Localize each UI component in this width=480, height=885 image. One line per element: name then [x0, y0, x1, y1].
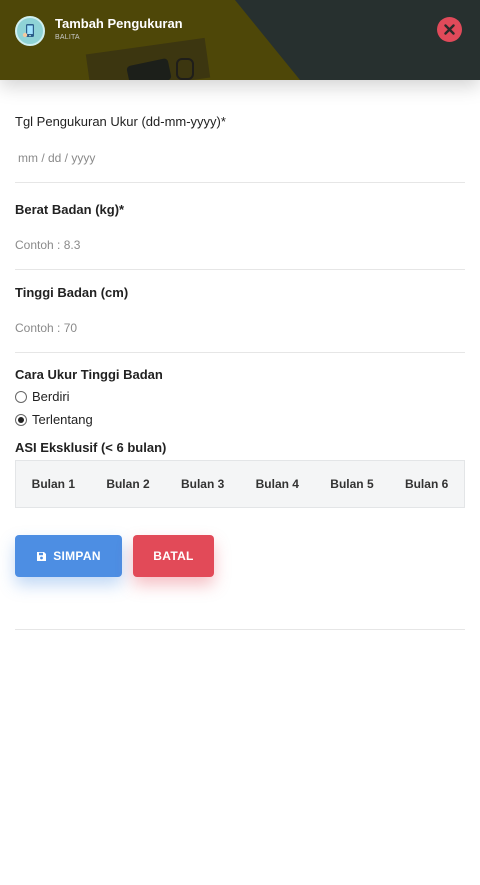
asi-month-selector: Bulan 1 Bulan 2 Bulan 3 Bulan 4 Bulan 5 …: [15, 460, 465, 508]
month-option[interactable]: Bulan 1: [30, 473, 77, 495]
radio-label-terlentang: Terlentang: [32, 412, 93, 427]
month-option[interactable]: Bulan 4: [254, 473, 301, 495]
close-button[interactable]: [437, 17, 462, 42]
divider: [15, 269, 465, 270]
app-header: Tambah Pengukuran BALITA: [0, 0, 480, 80]
radio-button-unchecked[interactable]: [15, 390, 27, 403]
tgl-pengukuran-input[interactable]: [18, 146, 468, 170]
berat-badan-input[interactable]: [15, 233, 465, 257]
tgl-pengukuran-label: Tgl Pengukuran Ukur (dd-mm-yyyy)*: [15, 114, 226, 129]
month-option[interactable]: Bulan 3: [179, 473, 226, 495]
cancel-button-label: BATAL: [153, 549, 194, 563]
divider: [15, 182, 465, 183]
tinggi-badan-input[interactable]: [15, 316, 465, 340]
month-option[interactable]: Bulan 6: [403, 473, 450, 495]
month-option[interactable]: Bulan 2: [104, 473, 151, 495]
save-button-label: SIMPAN: [53, 549, 101, 563]
page-title: Tambah Pengukuran: [55, 16, 183, 31]
page-subtitle: BALITA: [55, 34, 80, 41]
radio-label-berdiri: Berdiri: [32, 389, 70, 404]
radio-button-checked[interactable]: [15, 413, 27, 426]
radio-option-terlentang[interactable]: Terlentang: [15, 412, 93, 427]
floppy-disk-icon: [36, 551, 47, 562]
berat-badan-label: Berat Badan (kg)*: [15, 202, 125, 217]
divider: [15, 629, 465, 630]
close-icon: [444, 24, 455, 35]
avatar: [15, 16, 45, 46]
tinggi-badan-label: Tinggi Badan (cm): [15, 285, 129, 300]
radio-option-berdiri[interactable]: Berdiri: [15, 389, 70, 404]
divider: [15, 352, 465, 353]
cancel-button[interactable]: BATAL: [133, 535, 214, 577]
asi-eksklusif-label: ASI Eksklusif (< 6 bulan): [15, 440, 167, 455]
child-phone-avatar-icon: [22, 24, 34, 38]
cara-ukur-label: Cara Ukur Tinggi Badan: [15, 367, 163, 382]
header-background-clip: [176, 58, 194, 80]
save-button[interactable]: SIMPAN: [15, 535, 122, 577]
month-option[interactable]: Bulan 5: [328, 473, 375, 495]
